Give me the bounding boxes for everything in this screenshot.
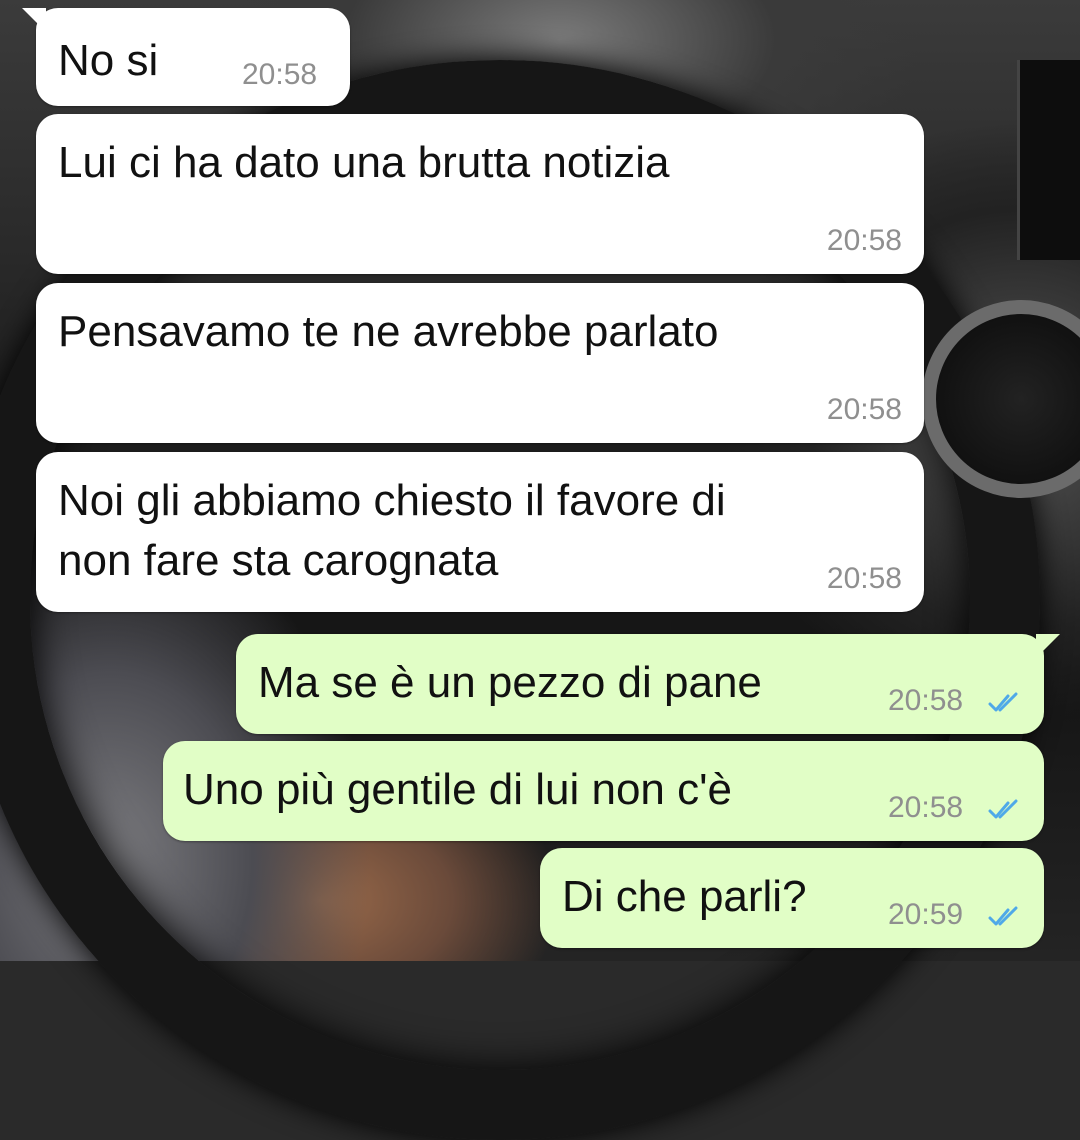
- bubble-tail: [1036, 634, 1060, 658]
- bubble-tail: [22, 8, 46, 32]
- message-text: Di che parli?: [562, 872, 807, 921]
- double-check-icon: [988, 906, 1018, 926]
- message-bubble-outgoing[interactable]: Di che parli? 20:59: [540, 848, 1044, 948]
- message-time: 20:58: [888, 791, 964, 824]
- message-text-line: non fare sta carognata: [58, 536, 499, 585]
- message-time: 20:58: [826, 224, 902, 257]
- message-bubble-incoming[interactable]: Noi gli abbiamo chiesto il favore di non…: [36, 452, 924, 612]
- message-text: Uno più gentile di lui non c'è: [183, 765, 732, 814]
- message-time: 20:58: [826, 562, 902, 595]
- double-check-icon: [988, 692, 1018, 712]
- message-text-line: Noi gli abbiamo chiesto il favore di: [58, 476, 726, 525]
- wallpaper-dash-screen: [1017, 60, 1080, 260]
- message-bubble-outgoing[interactable]: Uno più gentile di lui non c'è 20:58: [163, 741, 1044, 841]
- message-bubble-incoming[interactable]: No si 20:58: [22, 8, 350, 106]
- message-time: 20:59: [888, 898, 964, 931]
- message-text: Pensavamo te ne avrebbe parlato: [58, 307, 719, 356]
- message-bubble-incoming[interactable]: Lui ci ha dato una brutta notizia 20:58: [36, 114, 924, 274]
- message-text: Lui ci ha dato una brutta notizia: [58, 138, 670, 187]
- message-text: No si: [58, 36, 159, 85]
- message-time: 20:58: [242, 58, 318, 91]
- double-check-icon: [988, 799, 1018, 819]
- message-time: 20:58: [826, 393, 902, 426]
- message-bubble-incoming[interactable]: Pensavamo te ne avrebbe parlato 20:58: [36, 283, 924, 443]
- message-text: Ma se è un pezzo di pane: [258, 658, 762, 707]
- message-time: 20:58: [888, 684, 964, 717]
- message-bubble-outgoing[interactable]: Ma se è un pezzo di pane 20:58: [236, 634, 1060, 734]
